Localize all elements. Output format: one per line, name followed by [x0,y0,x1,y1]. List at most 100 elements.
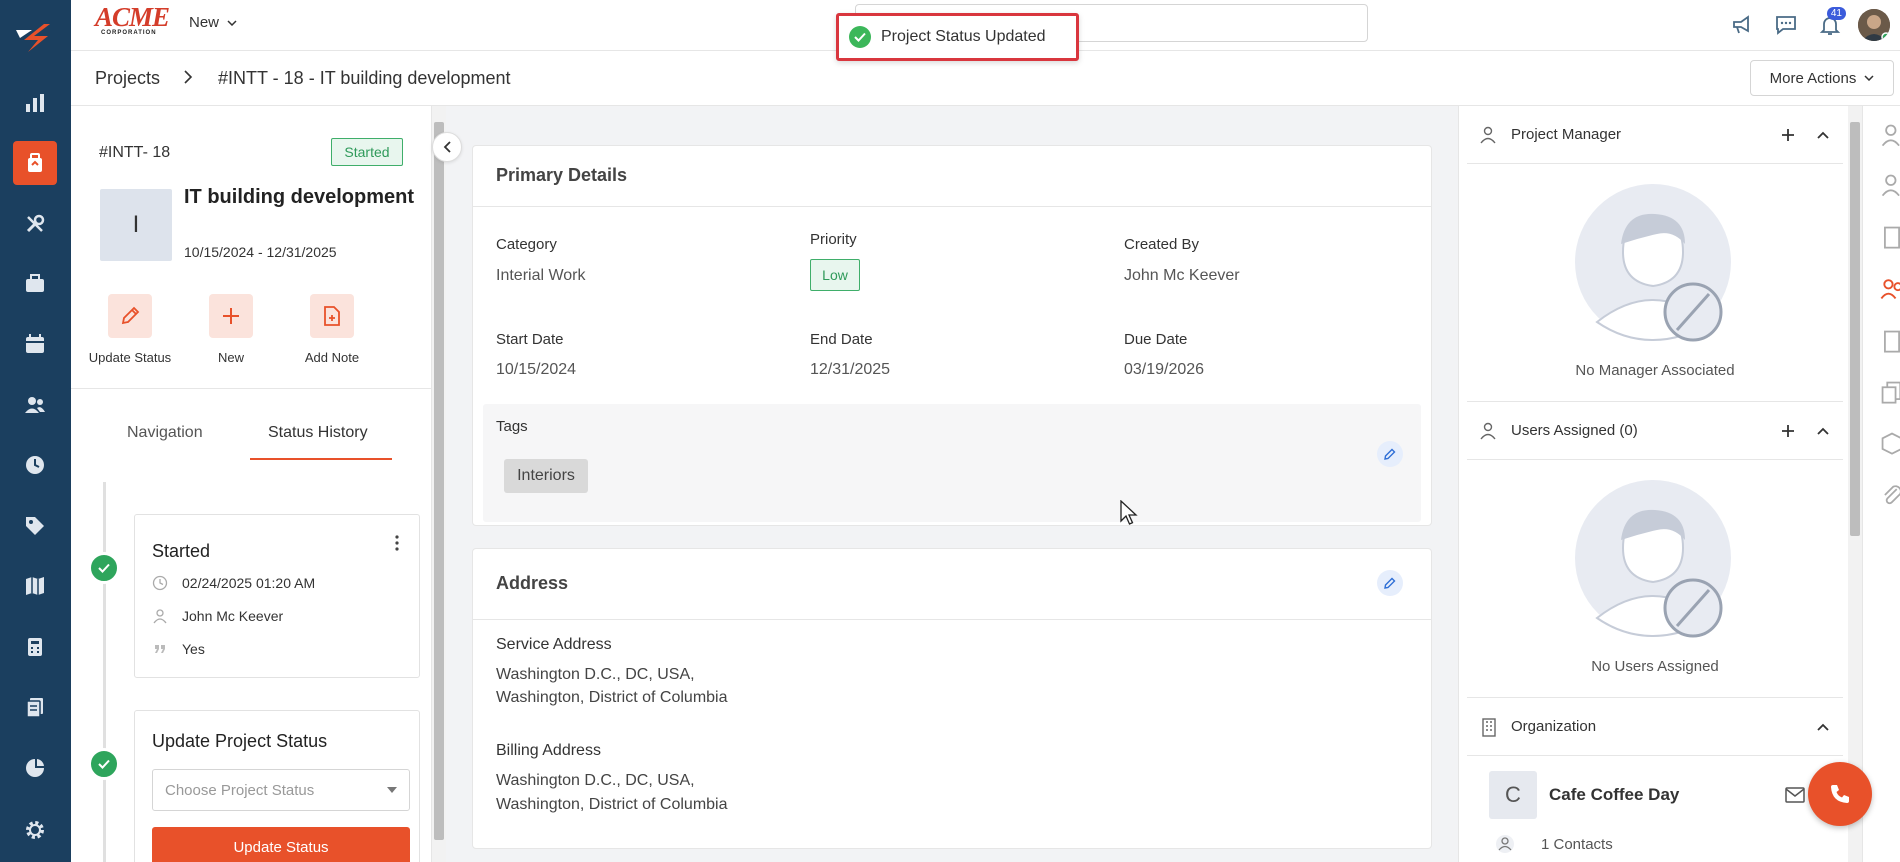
edit-address-pencil-icon[interactable] [1377,570,1403,596]
user-icon[interactable] [1879,122,1900,148]
rail-map-icon[interactable] [13,564,57,608]
organization-contacts[interactable]: 1 Contacts [1541,836,1613,853]
new-dropdown-button[interactable]: New [189,14,237,31]
divider [71,388,432,389]
tab-status-history[interactable]: Status History [268,424,368,442]
status-updated-toast: Project Status Updated [836,13,1079,61]
announcement-icon[interactable] [1720,3,1764,47]
rail-inventory-icon[interactable] [13,262,57,306]
service-address-line1: Washington D.C., DC, USA, [496,666,695,683]
project-status-select[interactable]: Choose Project Status [152,769,410,811]
right-scrollbar-thumb[interactable] [1850,122,1860,536]
rail-documents-icon[interactable] [13,685,57,729]
organization-avatar: C [1489,771,1537,819]
project-title: IT building development [184,186,414,208]
rail-reports-icon[interactable] [13,746,57,790]
building-icon[interactable] [1879,224,1900,250]
new-label: New [189,14,220,31]
rail-dashboard-icon[interactable] [13,81,57,125]
update-status-action[interactable]: Update Status [75,294,185,365]
mail-icon[interactable] [1785,787,1805,803]
chevron-up-icon[interactable] [1817,131,1829,139]
users-icon-active[interactable] [1879,276,1900,302]
right-scrollbar[interactable] [1848,106,1862,862]
left-scrollbar[interactable] [432,106,446,862]
end-date-value: 12/31/2025 [810,361,891,378]
project-manager-title: Project Manager [1511,126,1622,143]
tags-section: Tags Interiors [483,404,1421,522]
history-entry-title: Started [152,541,211,561]
more-actions-label: More Actions [1769,69,1857,87]
right-icon-strip [1862,106,1900,862]
rail-tag-icon[interactable] [13,504,57,548]
toast-message: Project Status Updated [881,28,1046,45]
rail-tools-icon[interactable] [13,202,57,246]
user-add-icon [1480,422,1496,439]
chevron-down-icon [227,19,237,26]
rail-calculator-icon[interactable] [13,625,57,669]
notifications-bell-icon[interactable]: 41 [1808,3,1852,47]
tags-label: Tags [496,418,528,435]
organization-name[interactable]: Cafe Coffee Day [1549,785,1679,805]
top-actions: 41 [1720,0,1900,50]
tab-navigation[interactable]: Navigation [127,424,203,442]
organization-header: Organization [1467,698,1843,756]
add-manager-plus-icon[interactable] [1781,128,1795,142]
rail-users-icon[interactable] [13,383,57,427]
add-note-action[interactable]: Add Note [277,294,387,365]
building-icon[interactable] [1879,328,1900,354]
timeline-check-icon [88,552,120,584]
primary-details-title: Primary Details [496,165,628,185]
mouse-cursor-icon [1120,500,1138,525]
rail-projects-icon[interactable] [13,141,57,185]
contact-user-icon [1496,835,1514,853]
success-check-icon [849,26,871,48]
breadcrumb-projects-link[interactable]: Projects [95,68,160,89]
project-id: #INTT- 18 [99,144,171,161]
chevron-up-icon[interactable] [1817,427,1829,435]
pencil-icon [108,294,152,338]
user-avatar[interactable] [1858,9,1890,41]
address-panel: Address Service Address Washington D.C.,… [472,548,1432,849]
status-badge: Started [331,138,403,166]
company-logo[interactable]: ACME CORPORATION [95,4,170,38]
category-label: Category [496,236,557,253]
box-icon[interactable] [1879,430,1900,456]
add-note-icon [310,294,354,338]
status-select-placeholder: Choose Project Status [165,781,315,799]
kebab-menu-icon[interactable] [395,535,399,551]
chevron-up-icon[interactable] [1817,723,1829,731]
created-by-value: John Mc Keever [1124,267,1240,284]
new-action[interactable]: New [176,294,286,365]
notification-count-badge: 41 [1826,7,1846,20]
primary-details-panel: Primary Details Category Interial Work P… [472,145,1432,526]
add-user-plus-icon[interactable] [1781,424,1795,438]
status-history-card: Started 02/24/2025 01:20 AM John Mc Keev… [134,514,420,678]
app-logo-icon[interactable] [14,16,54,56]
rail-settings-icon[interactable] [13,808,57,852]
more-actions-button[interactable]: More Actions [1750,60,1894,96]
update-status-label: Update Status [88,350,172,365]
history-user: John Mc Keever [182,608,284,624]
edit-tags-pencil-icon[interactable] [1377,441,1403,467]
copy-icon[interactable] [1879,379,1900,405]
collapse-panel-button[interactable] [432,132,462,162]
rail-calendar-icon[interactable] [13,322,57,366]
rail-clock-icon[interactable] [13,443,57,487]
organization-title: Organization [1511,718,1597,735]
service-address-line2: Washington, District of Columbia [496,689,728,706]
paperclip-icon[interactable] [1879,482,1900,508]
left-scrollbar-thumb[interactable] [434,122,444,840]
divider [473,619,1431,620]
call-phone-button[interactable] [1808,762,1872,826]
chevron-down-icon [1864,75,1874,81]
chat-icon[interactable] [1764,3,1808,47]
update-status-button[interactable]: Update Status [152,827,410,862]
no-users-label: No Users Assigned [1591,658,1719,675]
user-icon[interactable] [1879,172,1900,198]
chevron-right-icon [184,70,193,84]
timeline-check-icon [88,748,120,780]
building-icon [1482,717,1496,737]
update-status-title: Update Project Status [152,731,328,751]
associations-panel: Project Manager No Manager Associated Us… [1458,106,1850,862]
